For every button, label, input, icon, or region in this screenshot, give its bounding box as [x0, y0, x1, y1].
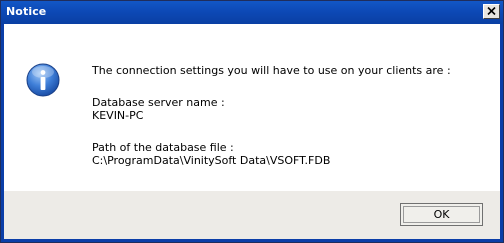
message-line-1: The connection settings you will have to… — [92, 64, 451, 77]
info-icon — [26, 63, 60, 97]
dialog-body: The connection settings you will have to… — [4, 24, 500, 239]
ok-button-label: OK — [433, 208, 450, 221]
title-bar[interactable]: Notice — [1, 1, 503, 24]
ok-button[interactable]: OK — [400, 203, 483, 226]
close-button[interactable] — [483, 4, 500, 19]
database-path-value: C:\ProgramData\VinitySoft Data\VSOFT.FDB — [92, 154, 331, 167]
server-name-value: KEVIN-PC — [92, 109, 144, 122]
window-title: Notice — [6, 5, 47, 18]
database-path-label: Path of the database file : — [92, 141, 234, 154]
message-area: The connection settings you will have to… — [4, 24, 500, 191]
notice-dialog: Notice The connection settings you will … — [0, 0, 504, 243]
server-name-label: Database server name : — [92, 96, 225, 109]
close-icon — [487, 7, 496, 15]
